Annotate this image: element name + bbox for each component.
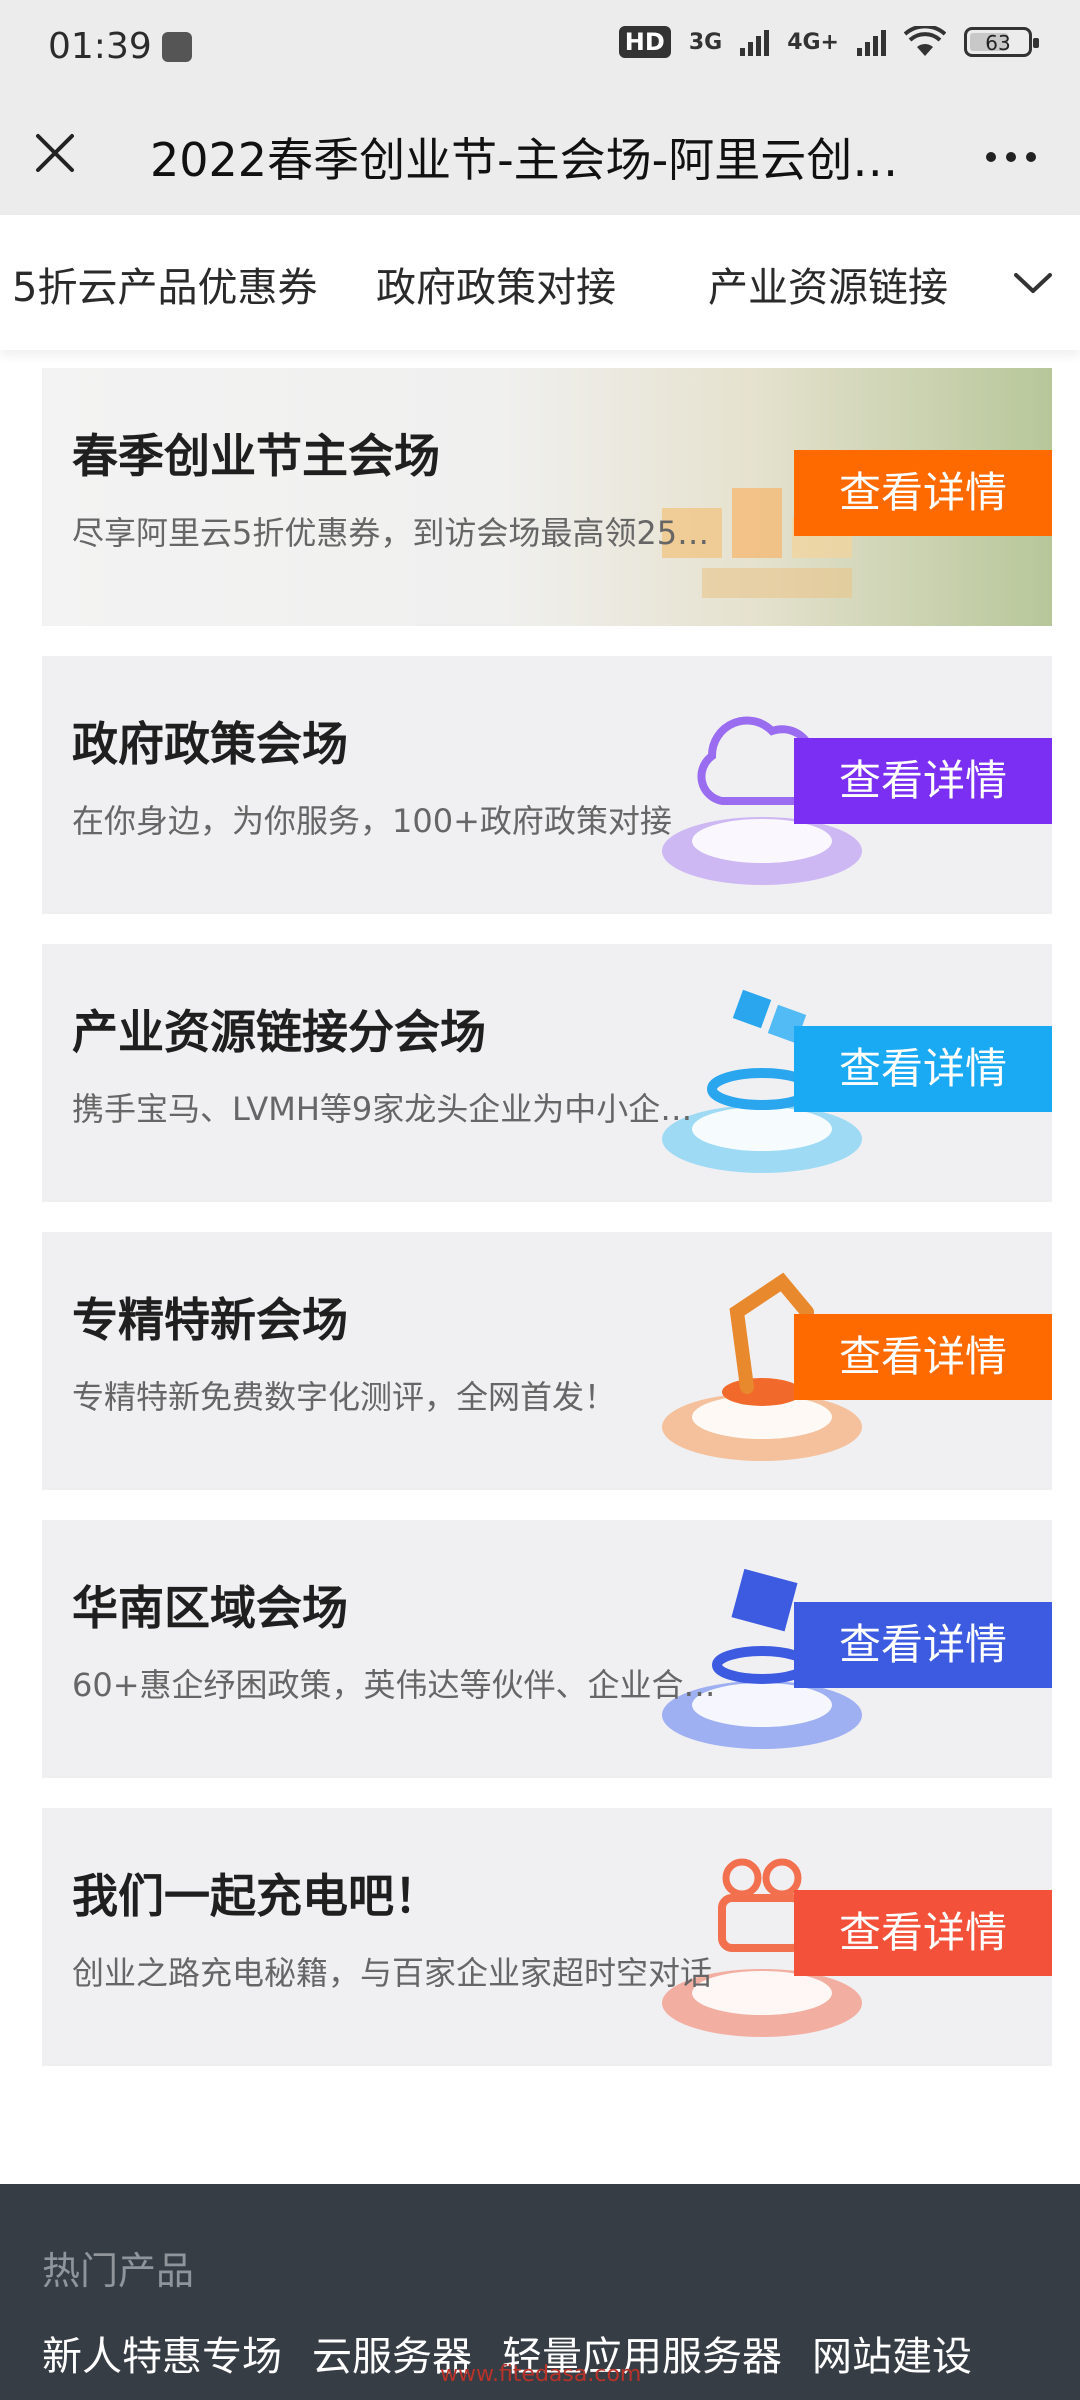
tab-industry-resources[interactable]: 产业资源链接 xyxy=(708,255,948,313)
tab-bar: 5折云产品优惠券 政府政策对接 产业资源链接 xyxy=(0,215,1080,350)
footer: 热门产品 新人特惠专场 云服务器 轻量应用服务器 网站建设 www.fiteda… xyxy=(0,2184,1080,2400)
wifi-icon xyxy=(904,26,946,56)
page-title: 2022春季创业节-主会场-阿里云创… xyxy=(150,133,899,187)
close-icon[interactable] xyxy=(30,128,80,178)
view-details-button[interactable]: 查看详情 xyxy=(794,1602,1052,1688)
battery-level: 63 xyxy=(985,31,1011,55)
view-details-button[interactable]: 查看详情 xyxy=(794,1026,1052,1112)
network-4g-label: 4G+ xyxy=(787,29,839,55)
venue-card-main[interactable]: 春季创业节主会场 尽享阿里云5折优惠券，到访会场最高领25… 查看详情 xyxy=(42,368,1052,626)
view-details-button[interactable]: 查看详情 xyxy=(794,1890,1052,1976)
card-description: 携手宝马、LVMH等9家龙头企业为中小企… xyxy=(72,1090,693,1128)
card-description: 尽享阿里云5折优惠券，到访会场最高领25… xyxy=(72,514,710,552)
view-details-button[interactable]: 查看详情 xyxy=(794,1314,1052,1400)
tab-coupons[interactable]: 5折云产品优惠券 xyxy=(12,255,317,313)
card-description: 专精特新免费数字化测评，全网首发！ xyxy=(72,1378,617,1416)
footer-link-new-user-deals[interactable]: 新人特惠专场 xyxy=(42,2324,282,2382)
battery-icon: 63 xyxy=(964,27,1039,57)
status-indicators: HD 3G 4G+ 63 xyxy=(618,26,1039,58)
view-details-button[interactable]: 查看详情 xyxy=(794,738,1052,824)
title-bar: 2022春季创业节-主会场-阿里云创… xyxy=(0,100,1080,215)
network-3g-label: 3G xyxy=(688,29,723,55)
venue-list: 春季创业节主会场 尽享阿里云5折优惠券，到访会场最高领25… 查看详情 政府政策… xyxy=(42,368,1052,2096)
footer-heading: 热门产品 xyxy=(42,2249,195,2293)
card-title: 政府政策会场 xyxy=(72,717,348,771)
more-icon[interactable] xyxy=(986,152,1036,162)
venue-card-government[interactable]: 政府政策会场 在你身边，为你服务，100+政府政策对接 查看详情 xyxy=(42,656,1052,914)
hd-voice-icon: HD xyxy=(618,26,671,58)
venue-card-south-china[interactable]: 华南区域会场 60+惠企纾困政策，英伟达等伙伴、企业合… 查看详情 xyxy=(42,1520,1052,1778)
venue-card-industry[interactable]: 产业资源链接分会场 携手宝马、LVMH等9家龙头企业为中小企… 查看详情 xyxy=(42,944,1052,1202)
card-title: 专精特新会场 xyxy=(72,1293,348,1347)
tab-government-policy[interactable]: 政府政策对接 xyxy=(376,255,616,313)
card-title: 春季创业节主会场 xyxy=(72,429,440,483)
notification-icon xyxy=(162,32,192,62)
card-title: 华南区域会场 xyxy=(72,1581,348,1635)
footer-link-website-building[interactable]: 网站建设 xyxy=(812,2324,972,2382)
status-bar: 01:39 HD 3G 4G+ 63 xyxy=(0,0,1080,100)
venue-card-recharge[interactable]: 我们一起充电吧！ 创业之路充电秘籍，与百家企业家超时空对话 查看详情 xyxy=(42,1808,1052,2066)
card-title: 我们一起充电吧！ xyxy=(72,1869,440,1923)
card-title: 产业资源链接分会场 xyxy=(72,1005,486,1059)
card-description: 60+惠企纾困政策，英伟达等伙伴、企业合… xyxy=(72,1666,716,1704)
signal-icon-2 xyxy=(857,28,886,56)
card-description: 创业之路充电秘籍，与百家企业家超时空对话 xyxy=(72,1954,713,1992)
chevron-down-icon[interactable] xyxy=(1008,263,1058,303)
venue-card-specialized[interactable]: 专精特新会场 专精特新免费数字化测评，全网首发！ 查看详情 xyxy=(42,1232,1052,1490)
signal-icon xyxy=(740,28,770,56)
view-details-button[interactable]: 查看详情 xyxy=(794,450,1052,536)
watermark: www.fitedasa.com xyxy=(440,2362,642,2387)
card-description: 在你身边，为你服务，100+政府政策对接 xyxy=(72,802,672,840)
status-time: 01:39 xyxy=(48,26,152,67)
